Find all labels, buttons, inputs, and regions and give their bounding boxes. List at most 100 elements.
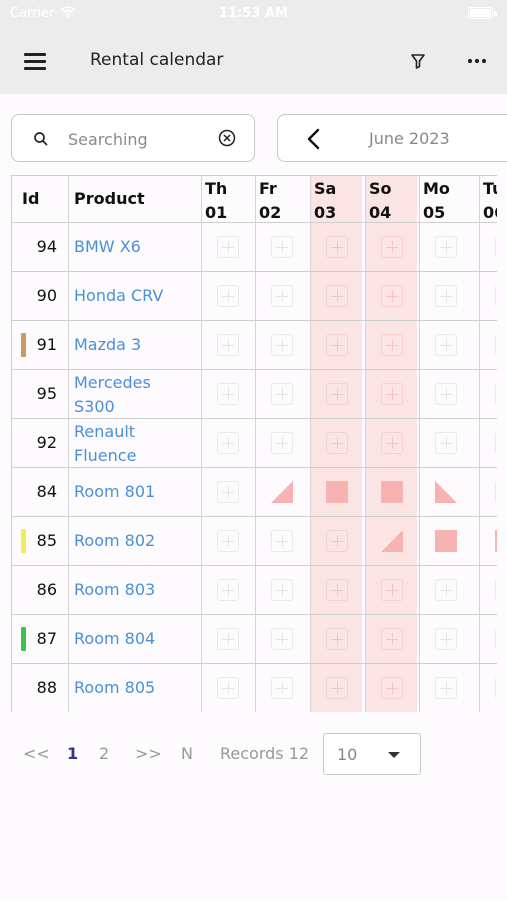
add-booking-icon[interactable] [435,432,457,454]
add-booking-icon[interactable] [495,628,497,650]
add-booking-icon[interactable] [435,677,457,699]
booking-start-marker[interactable] [381,530,403,552]
add-booking-icon[interactable] [326,579,348,601]
day-header-mo-05[interactable]: Mo 05 [423,177,450,225]
next-page-link[interactable]: >> [135,744,162,763]
booking-full-day[interactable] [381,481,403,503]
add-booking-icon[interactable] [217,628,239,650]
product-link[interactable]: Mercedes S300 [74,371,199,419]
product-link[interactable]: Room 803 [74,578,199,602]
table-row: 85 Room 802 [12,517,497,566]
column-header-product[interactable]: Product [74,189,145,208]
product-link[interactable]: Room 802 [74,529,199,553]
chevron-left-icon[interactable] [304,127,324,151]
add-booking-icon[interactable] [381,285,403,307]
hamburger-menu-icon[interactable] [24,52,46,70]
add-booking-icon[interactable] [271,579,293,601]
day-header-so-04[interactable]: So 04 [369,177,392,225]
booking-start-marker[interactable] [271,481,293,503]
last-page-link[interactable]: N [181,744,193,763]
table-row: 92 Renault Fluence [12,419,497,468]
add-booking-icon[interactable] [217,677,239,699]
add-booking-icon[interactable] [326,383,348,405]
add-booking-icon[interactable] [381,579,403,601]
add-booking-icon[interactable] [326,530,348,552]
add-booking-icon[interactable] [271,383,293,405]
clear-search-icon[interactable] [217,128,237,148]
day-number: 01 [205,203,228,222]
search-icon [34,132,48,146]
add-booking-icon[interactable] [435,579,457,601]
add-booking-icon[interactable] [217,334,239,356]
add-booking-icon[interactable] [435,628,457,650]
add-booking-icon[interactable] [217,285,239,307]
add-booking-icon[interactable] [271,628,293,650]
product-link[interactable]: Room 805 [74,676,199,700]
add-booking-icon[interactable] [271,285,293,307]
add-booking-icon[interactable] [217,579,239,601]
add-booking-icon[interactable] [326,677,348,699]
add-booking-icon[interactable] [381,334,403,356]
add-booking-icon[interactable] [381,383,403,405]
add-booking-icon[interactable] [271,334,293,356]
add-booking-icon[interactable] [217,236,239,258]
add-booking-icon[interactable] [495,579,497,601]
add-booking-icon[interactable] [326,432,348,454]
add-booking-icon[interactable] [217,530,239,552]
product-name: Room 803 [74,580,156,599]
add-booking-icon[interactable] [271,236,293,258]
add-booking-icon[interactable] [381,677,403,699]
add-booking-icon[interactable] [381,432,403,454]
booking-end-marker[interactable] [435,481,457,503]
product-link[interactable]: Honda CRV [74,284,199,308]
add-booking-icon[interactable] [435,236,457,258]
add-booking-icon[interactable] [271,677,293,699]
add-booking-icon[interactable] [381,236,403,258]
booking-full-day[interactable] [326,481,348,503]
more-horizontal-icon[interactable] [463,50,491,72]
add-booking-icon[interactable] [217,432,239,454]
add-booking-icon[interactable] [435,285,457,307]
product-link[interactable]: Room 801 [74,480,199,504]
first-page-link[interactable]: << [23,744,50,763]
day-header-tu-06[interactable]: Tu 06 [483,177,497,225]
product-link[interactable]: Mazda 3 [74,333,199,357]
page-link-2[interactable]: 2 [99,744,109,763]
add-booking-icon[interactable] [495,285,497,307]
search-input[interactable] [68,127,218,151]
add-booking-icon[interactable] [217,481,239,503]
page-size-value: 10 [337,745,358,764]
add-booking-icon[interactable] [271,530,293,552]
add-booking-icon[interactable] [495,334,497,356]
add-booking-icon[interactable] [381,628,403,650]
add-booking-icon[interactable] [435,334,457,356]
add-booking-icon[interactable] [326,628,348,650]
add-booking-icon[interactable] [495,677,497,699]
day-header-sa-03[interactable]: Sa 03 [314,177,336,225]
add-booking-icon[interactable] [271,432,293,454]
add-booking-icon[interactable] [495,432,497,454]
pagination: << 1 2 >> N Records 12 10 [0,733,507,775]
add-booking-icon[interactable] [495,236,497,258]
page-size-select[interactable]: 10 [323,733,421,775]
row-id: 84 [36,482,57,501]
booking-full-day[interactable] [435,530,457,552]
page-link-1[interactable]: 1 [67,744,78,763]
add-booking-icon[interactable] [495,481,497,503]
booking-full-day[interactable] [495,530,497,552]
product-link[interactable]: BMW X6 [74,235,199,259]
product-link[interactable]: Renault Fluence [74,420,199,468]
add-booking-icon[interactable] [326,334,348,356]
add-booking-icon[interactable] [326,236,348,258]
add-booking-icon[interactable] [495,383,497,405]
add-booking-icon[interactable] [217,383,239,405]
funnel-icon[interactable] [407,50,429,72]
table-row: 87 Room 804 [12,615,497,664]
day-header-fr-02[interactable]: Fr 02 [259,177,281,225]
row-id: 90 [36,286,57,305]
day-header-th-01[interactable]: Th 01 [205,177,227,225]
add-booking-icon[interactable] [326,285,348,307]
add-booking-icon[interactable] [435,383,457,405]
day-of-week: Sa [314,179,337,198]
product-link[interactable]: Room 804 [74,627,199,651]
